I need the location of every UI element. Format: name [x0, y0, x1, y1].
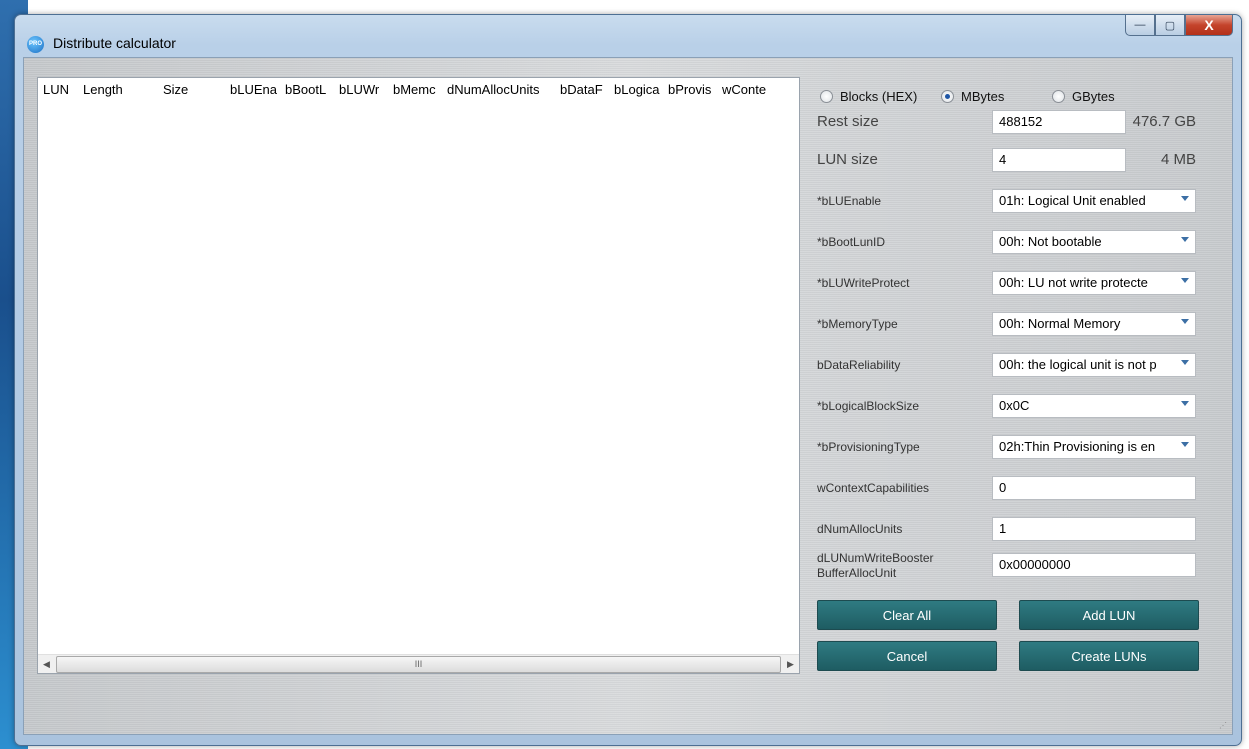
radio-indicator[interactable] [941, 90, 954, 103]
param-label-bluenable: *bLUEnable [817, 194, 882, 208]
add-lun-button[interactable]: Add LUN [1019, 600, 1199, 630]
select-value: 00h: Normal Memory [999, 316, 1121, 331]
column-header[interactable]: bLUWr [334, 78, 388, 101]
radio-blocks-hex[interactable]: Blocks (HEX) [820, 89, 917, 104]
bbootlunid-select[interactable]: 00h: Not bootable [992, 230, 1196, 254]
blogicalblocksize-select[interactable]: 0x0C [992, 394, 1196, 418]
select-value: 0x0C [999, 398, 1030, 413]
column-header[interactable]: wConte [717, 78, 777, 101]
param-label-bmemorytype: *bMemoryType [817, 317, 898, 331]
app-icon: PRO [27, 36, 44, 53]
column-header[interactable]: LUN [38, 78, 78, 101]
column-header[interactable]: bDataF [555, 78, 609, 101]
select-value: 00h: the logical unit is not p [999, 357, 1157, 372]
distribute-calculator-window: PRO Distribute calculator — ▢ X LUN Leng… [14, 14, 1242, 746]
chevron-down-icon [1181, 442, 1189, 447]
dlunumwritebooster-field[interactable]: 0x00000000 [992, 553, 1196, 577]
chevron-down-icon [1181, 278, 1189, 283]
close-button[interactable]: X [1185, 15, 1233, 36]
horizontal-scrollbar[interactable]: ◀ III ▶ [38, 654, 799, 673]
radio-indicator[interactable] [1052, 90, 1065, 103]
maximize-icon: ▢ [1164, 19, 1176, 32]
column-header[interactable]: bMemc [388, 78, 442, 101]
radio-indicator[interactable] [820, 90, 833, 103]
bluenable-select[interactable]: 01h: Logical Unit enabled [992, 189, 1196, 213]
param-label-bprovisioningtype: *bProvisioningType [817, 440, 920, 454]
list-header: LUN Length Size bLUEna bBootL bLUWr bMem… [38, 78, 799, 101]
column-header[interactable]: bProvis [663, 78, 717, 101]
bdatareliability-select[interactable]: 00h: the logical unit is not p [992, 353, 1196, 377]
minimize-button[interactable]: — [1125, 15, 1155, 36]
column-header[interactable]: bLUEna [225, 78, 280, 101]
scroll-right-icon[interactable]: ▶ [782, 655, 799, 673]
window-controls: — ▢ X [1125, 15, 1233, 37]
column-header[interactable]: bLogica [609, 78, 663, 101]
bluwriteprotect-select[interactable]: 00h: LU not write protecte [992, 271, 1196, 295]
select-value: 02h:Thin Provisioning is en [999, 439, 1156, 454]
close-icon: X [1204, 17, 1214, 33]
cancel-button[interactable]: Cancel [817, 641, 997, 671]
minimize-icon: — [1134, 19, 1146, 31]
chevron-down-icon [1181, 237, 1189, 242]
title-bar[interactable]: PRO Distribute calculator — ▢ X [15, 15, 1241, 57]
bprovisioningtype-select[interactable]: 02h:Thin Provisioning is en [992, 435, 1196, 459]
param-label-bluwriteprotect: *bLUWriteProtect [817, 276, 910, 290]
param-label-blogicalblocksize: *bLogicalBlockSize [817, 399, 920, 413]
column-header[interactable]: Size [158, 78, 225, 101]
column-header[interactable]: bBootL [280, 78, 334, 101]
label-line: BufferAllocUnit [817, 566, 897, 580]
select-value: 00h: LU not write protecte [999, 275, 1148, 290]
lun-size-field[interactable]: 4 [992, 148, 1126, 172]
radio-label: GBytes [1072, 89, 1115, 104]
chevron-down-icon [1181, 196, 1189, 201]
rest-size-label: Rest size [817, 113, 879, 130]
radio-label: Blocks (HEX) [840, 89, 918, 104]
radio-label: MBytes [961, 89, 1005, 104]
chevron-down-icon [1181, 401, 1189, 406]
param-label-wcontextcapabilities: wContextCapabilities [817, 481, 930, 495]
radio-gbytes[interactable]: GBytes [1052, 89, 1115, 104]
chevron-down-icon [1181, 360, 1189, 365]
label-line: dLUNumWriteBooster [817, 551, 934, 565]
bmemorytype-select[interactable]: 00h: Normal Memory [992, 312, 1196, 336]
rest-size-field[interactable]: 488152 [992, 110, 1126, 134]
radio-mbytes[interactable]: MBytes [941, 89, 1004, 104]
column-header[interactable]: dNumAllocUnits [442, 78, 555, 101]
param-label-bdatareliability: bDataReliability [817, 358, 901, 372]
param-label-dnumallocunits: dNumAllocUnits [817, 522, 903, 536]
lun-size-human: 4 MB [1160, 151, 1196, 168]
create-luns-button[interactable]: Create LUNs [1019, 641, 1199, 671]
maximize-button[interactable]: ▢ [1155, 15, 1185, 36]
chevron-down-icon [1181, 319, 1189, 324]
column-header[interactable]: Length [78, 78, 158, 101]
select-value: 01h: Logical Unit enabled [999, 193, 1146, 208]
resize-grip-icon[interactable]: ⋰ [1219, 721, 1229, 731]
lun-size-label: LUN size [817, 151, 878, 168]
scroll-thumb[interactable]: III [56, 656, 781, 673]
window-title: Distribute calculator [53, 35, 176, 51]
param-label-bbootlunid: *bBootLunID [817, 235, 886, 249]
param-label-dlunumwritebooster: dLUNumWriteBooster BufferAllocUnit [817, 551, 933, 581]
lun-list-view[interactable]: LUN Length Size bLUEna bBootL bLUWr bMem… [37, 77, 800, 674]
clear-all-button[interactable]: Clear All [817, 600, 997, 630]
select-value: 00h: Not bootable [999, 234, 1102, 249]
client-area: LUN Length Size bLUEna bBootL bLUWr bMem… [23, 57, 1233, 735]
rest-size-human: 476.7 GB [1132, 113, 1196, 130]
scroll-left-icon[interactable]: ◀ [38, 655, 55, 673]
dnumallocunits-field[interactable]: 1 [992, 517, 1196, 541]
wcontextcapabilities-field[interactable]: 0 [992, 476, 1196, 500]
